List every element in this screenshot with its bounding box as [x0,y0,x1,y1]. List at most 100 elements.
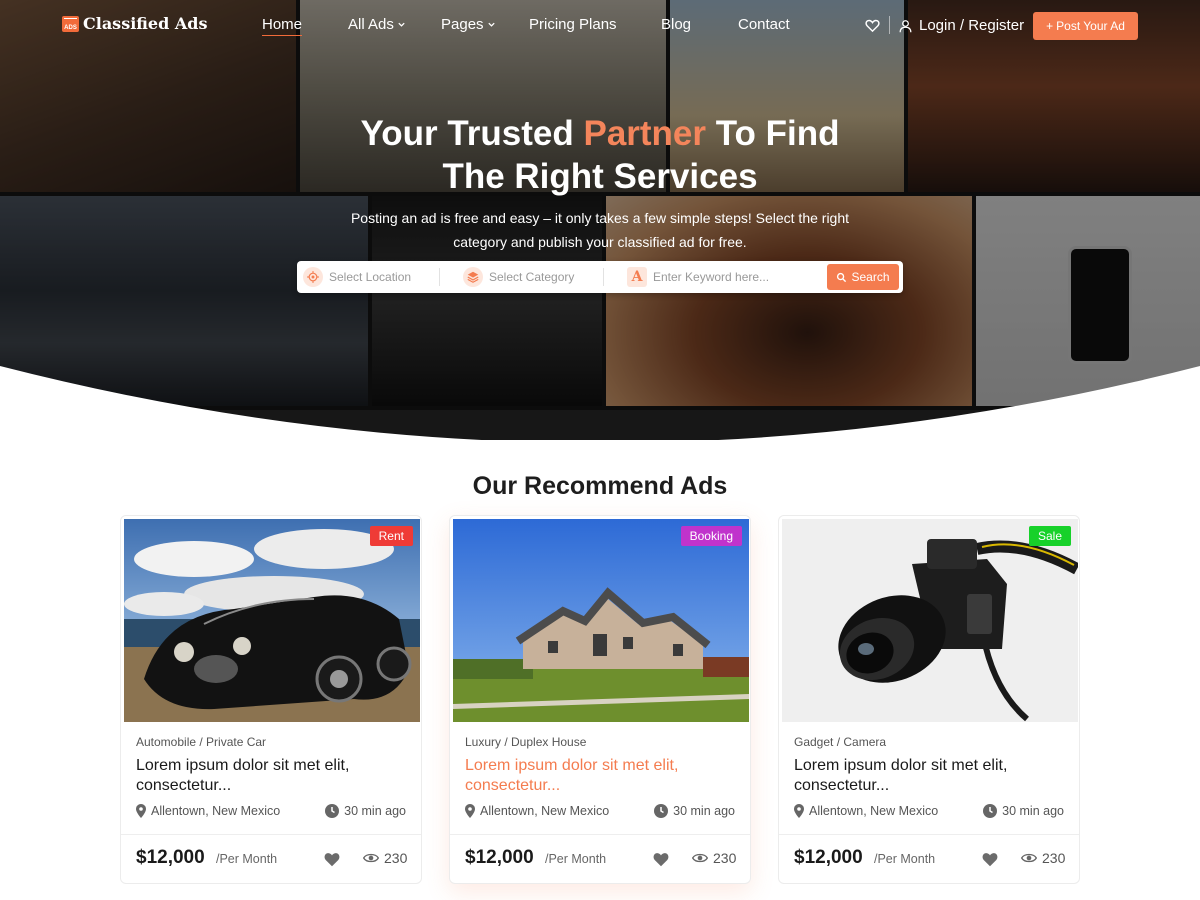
card-price-period: /Per Month [545,852,607,866]
section-title: Our Recommend Ads [472,472,728,500]
hero-description: Posting an ad is free and easy – it only… [350,210,850,250]
category-select[interactable]: Select Category [463,266,603,288]
card-views-count: 230 [1042,850,1066,866]
map-pin-icon [794,804,804,818]
login-register-link[interactable]: Login / Register [898,17,1024,34]
login-label: Login / Register [919,17,1025,34]
map-pin-icon [465,804,475,818]
card-location: Allentown, New Mexico [465,804,609,818]
card-location-text: Allentown, New Mexico [480,804,610,818]
post-your-ad-button[interactable]: + Post Your Ad [1033,12,1138,40]
logo-text: Classified Ads [83,14,208,33]
card-price: $12,000 [136,847,205,868]
nav-item-home[interactable]: Home [262,16,303,36]
keyword-placeholder: Enter Keyword here... [653,270,770,284]
card-divider [779,834,1079,835]
nav-item-all-ads[interactable]: All Ads [348,16,406,33]
navbar: ADS Classified Ads Home All Ads Pages Pr… [0,0,1200,52]
vintage-car-image[interactable]: Rent [124,519,420,722]
clock-icon [325,804,340,818]
heart-icon[interactable] [323,851,341,867]
location-target-icon [303,267,323,287]
card-category[interactable]: Automobile / Private Car [136,735,266,749]
nav-item-label: Pricing Plans [529,16,617,33]
card-views-count: 230 [713,850,737,866]
nav-item-label: Blog [661,16,692,33]
ad-card[interactable]: Rent Automobile / Private Car Lorem ipsu… [120,515,422,884]
nav-item-label: All Ads [348,16,394,33]
rent-badge: Rent [369,526,413,546]
card-time-text: 30 min ago [673,804,735,818]
user-icon [899,19,912,32]
heart-icon[interactable] [864,17,881,34]
post-ad-label: Post Your Ad [1056,19,1125,33]
booking-badge: Booking [680,526,742,546]
nav-item-blog[interactable]: Blog [661,16,691,33]
card-views: 230 [692,850,736,866]
card-location: Allentown, New Mexico [794,804,938,818]
nav-divider [889,16,890,34]
card-price-period: /Per Month [216,852,278,866]
card-views: 230 [363,850,407,866]
hero-title-part1: Your Trusted [360,114,584,153]
card-title[interactable]: Lorem ipsum dolor sit met elit, consecte… [136,756,411,796]
nav-item-label: Contact [738,16,790,33]
card-time: 30 min ago [325,804,406,818]
card-time-text: 30 min ago [344,804,406,818]
hero-title-accent: Partner [583,114,707,153]
eye-icon [363,853,379,863]
card-category[interactable]: Luxury / Duplex House [465,735,586,749]
card-views-count: 230 [384,850,408,866]
hero-title: Your Trusted Partner To Find The Right S… [0,112,1200,198]
card-price: $12,000 [465,847,534,868]
card-location: Allentown, New Mexico [136,804,280,818]
card-time: 30 min ago [983,804,1064,818]
card-divider [450,834,750,835]
location-select[interactable]: Select Location [303,266,433,288]
nav-item-pages[interactable]: Pages [441,16,496,33]
search-icon [837,272,847,282]
hero-title-line2: The Right Services [442,157,758,196]
card-category[interactable]: Gadget / Camera [794,735,886,749]
card-title[interactable]: Lorem ipsum dolor sit met elit, consecte… [465,756,740,796]
heart-icon[interactable] [652,851,670,867]
search-divider [603,268,604,286]
nav-item-label: Pages [441,16,484,33]
card-location-text: Allentown, New Mexico [809,804,939,818]
eye-icon [1021,853,1037,863]
card-divider [121,834,421,835]
site-logo[interactable]: ADS Classified Ads [62,14,207,33]
search-divider [439,268,440,286]
search-button[interactable]: Search [827,264,899,290]
clock-icon [983,804,998,818]
card-views: 230 [1021,850,1065,866]
card-title[interactable]: Lorem ipsum dolor sit met elit, consecte… [794,756,1069,796]
nav-item-label: Home [262,16,303,33]
location-placeholder: Select Location [329,270,412,284]
plus-icon: + [1046,19,1054,33]
nav-item-contact[interactable]: Contact [738,16,790,33]
chevron-down-icon [487,22,495,27]
clock-icon [654,804,669,818]
category-placeholder: Select Category [489,270,575,284]
card-price-period: /Per Month [874,852,936,866]
card-price: $12,000 [794,847,863,868]
ad-card[interactable]: Booking Luxury / Duplex House Lorem ipsu… [449,515,751,884]
house-image[interactable]: Booking [453,519,749,722]
card-location-text: Allentown, New Mexico [151,804,281,818]
keyword-input[interactable]: A Enter Keyword here... [627,266,817,288]
dslr-camera-image[interactable]: Sale [782,519,1078,722]
map-pin-icon [136,804,146,818]
ad-card[interactable]: Sale Gadget / Camera Lorem ipsum dolor s… [778,515,1080,884]
chevron-down-icon [398,22,405,27]
hero-title-part2: To Find [706,114,840,153]
sale-badge: Sale [1028,526,1071,546]
heart-icon[interactable] [981,851,999,867]
search-bar: Select Location Select Category A Enter … [297,261,903,293]
eye-icon [692,853,708,863]
keyword-letter-icon: A [627,267,647,287]
card-time: 30 min ago [654,804,735,818]
search-button-label: Search [851,270,890,284]
logo-icon: ADS [62,15,79,32]
nav-item-pricing-plans[interactable]: Pricing Plans [529,16,617,33]
